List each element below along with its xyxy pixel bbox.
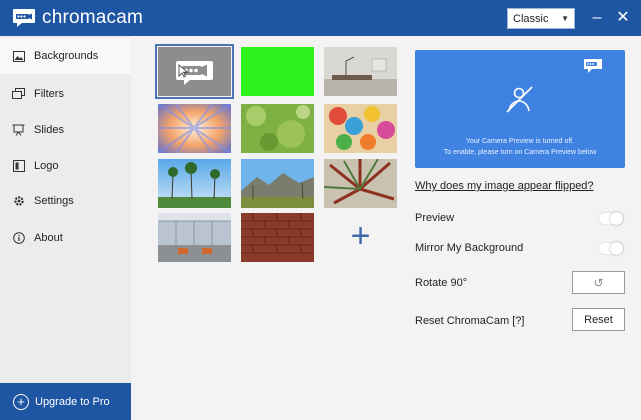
background-tile-office[interactable] xyxy=(158,213,231,262)
rotate-button[interactable]: ↺ xyxy=(572,271,625,294)
reset-button[interactable]: Reset xyxy=(572,308,625,331)
close-button[interactable]: ✕ xyxy=(614,8,632,28)
add-background-button[interactable]: + xyxy=(324,212,397,261)
layers-icon xyxy=(12,88,25,101)
sunburst-image xyxy=(158,104,231,153)
sidebar-item-label: Slides xyxy=(34,124,64,136)
app-brand: chromacam xyxy=(12,7,143,29)
palm-leaves-image xyxy=(324,159,397,208)
background-tile-desert-mountains[interactable] xyxy=(241,159,314,208)
palm-trees-image xyxy=(158,159,231,208)
sidebar: Backgrounds Filters Slides Logo Settings… xyxy=(0,36,131,420)
living-room-image xyxy=(324,47,397,96)
sidebar-item-label: Backgrounds xyxy=(34,50,99,62)
background-tile-balloons[interactable] xyxy=(324,104,397,153)
sidebar-item-slides[interactable]: Slides xyxy=(0,112,131,148)
background-tile-living-room[interactable] xyxy=(324,47,397,96)
sidebar-item-filters[interactable]: Filters xyxy=(0,76,131,112)
balloons-image xyxy=(324,104,397,153)
toggle-knob xyxy=(610,242,623,255)
reset-chromacam-label: Reset ChromaCam [?] xyxy=(415,315,525,327)
background-tile-chromacam-logo[interactable] xyxy=(155,44,234,99)
sidebar-item-logo[interactable]: Logo xyxy=(0,148,131,184)
mirror-background-label: Mirror My Background xyxy=(415,242,524,254)
logo-square-icon xyxy=(12,160,25,173)
sidebar-item-label: About xyxy=(34,232,63,244)
sidebar-item-label: Logo xyxy=(34,160,59,172)
office-image xyxy=(158,213,231,262)
chromacam-logo-icon xyxy=(158,47,231,96)
preview-enable-hint: To enable, please turn on Camera Preview… xyxy=(443,149,597,156)
preview-label: Preview xyxy=(415,212,455,224)
gear-icon xyxy=(12,195,25,208)
title-bar: chromacam Classic ▼ – ✕ xyxy=(0,0,641,36)
plus-circle-icon: + xyxy=(13,393,29,410)
sidebar-item-label: Settings xyxy=(34,195,74,207)
slides-icon xyxy=(12,124,25,137)
mode-select[interactable]: Classic ▼ xyxy=(507,8,575,29)
upgrade-label: Upgrade to Pro xyxy=(35,395,110,408)
mirror-background-toggle[interactable] xyxy=(598,242,624,255)
image-icon xyxy=(12,50,25,63)
background-tile-green-screen[interactable] xyxy=(241,47,314,96)
info-icon xyxy=(12,232,25,245)
background-tile-palm-trees[interactable] xyxy=(158,159,231,208)
chromacam-logo-icon xyxy=(13,9,35,27)
toggle-knob xyxy=(610,212,623,225)
sidebar-item-about[interactable]: About xyxy=(0,220,131,256)
background-tile-green-bokeh[interactable] xyxy=(241,104,314,153)
sidebar-item-label: Filters xyxy=(34,88,64,100)
preview-off-message: Your Camera Preview is turned off. xyxy=(465,138,575,145)
background-tile-palm-leaves[interactable] xyxy=(324,159,397,208)
brick-wall-image xyxy=(241,213,314,262)
green-bokeh-image xyxy=(241,104,314,153)
chromacam-logo-icon xyxy=(584,59,602,73)
camera-preview: Your Camera Preview is turned off. To en… xyxy=(415,50,625,168)
preview-toggle[interactable] xyxy=(598,212,624,225)
upgrade-to-pro-button[interactable]: + Upgrade to Pro xyxy=(0,383,131,420)
rotate-label: Rotate 90° xyxy=(415,277,468,289)
main-content: + Your Camera Preview is turned off. To … xyxy=(131,36,641,420)
desert-mountains-image xyxy=(241,159,314,208)
mode-select-value: Classic xyxy=(513,12,549,25)
sidebar-item-backgrounds[interactable]: Backgrounds xyxy=(0,38,131,74)
app-name: chromacam xyxy=(42,7,144,28)
background-tile-brick-wall[interactable] xyxy=(241,213,314,262)
sidebar-item-settings[interactable]: Settings xyxy=(0,183,131,219)
background-tile-sunburst[interactable] xyxy=(158,104,231,153)
camera-off-icon xyxy=(506,86,533,113)
flipped-image-help-link[interactable]: Why does my image appear flipped? xyxy=(415,180,594,192)
rotate-icon: ↺ xyxy=(593,275,604,290)
minimize-button[interactable]: – xyxy=(588,8,606,28)
chevron-down-icon: ▼ xyxy=(561,14,569,23)
